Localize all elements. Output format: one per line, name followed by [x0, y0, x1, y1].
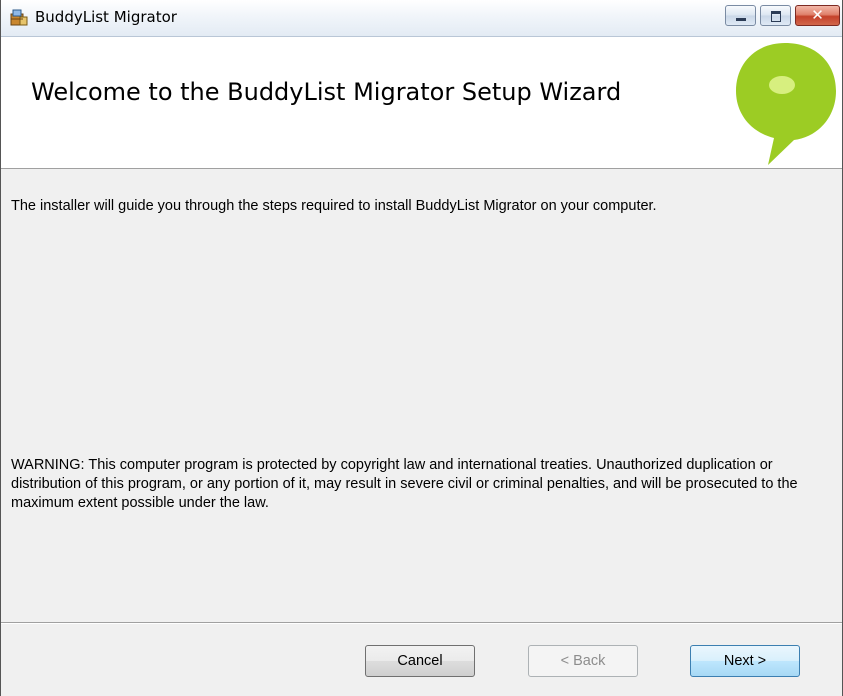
installer-window: BuddyList Migrator ✕ Welcome to the Budd… [0, 0, 843, 696]
close-icon: ✕ [811, 6, 824, 24]
maximize-button[interactable] [760, 5, 791, 26]
speech-bubble-logo-icon [736, 43, 836, 165]
footer-separator [1, 622, 842, 624]
installer-app-icon [10, 9, 28, 26]
cancel-button[interactable]: Cancel [365, 645, 475, 677]
minimize-button[interactable] [725, 5, 756, 26]
maximize-icon [771, 11, 781, 22]
title-bar[interactable]: BuddyList Migrator ✕ [1, 0, 842, 37]
intro-text: The installer will guide you through the… [11, 198, 657, 214]
window-title: BuddyList Migrator [35, 8, 177, 26]
wizard-heading: Welcome to the BuddyList Migrator Setup … [31, 78, 622, 106]
wizard-banner: Welcome to the BuddyList Migrator Setup … [1, 37, 842, 169]
minimize-icon [736, 18, 746, 21]
next-button[interactable]: Next > [690, 645, 800, 677]
copyright-warning: WARNING: This computer program is protec… [11, 457, 798, 511]
back-button[interactable]: < Back [528, 645, 638, 677]
close-button[interactable]: ✕ [795, 5, 840, 26]
